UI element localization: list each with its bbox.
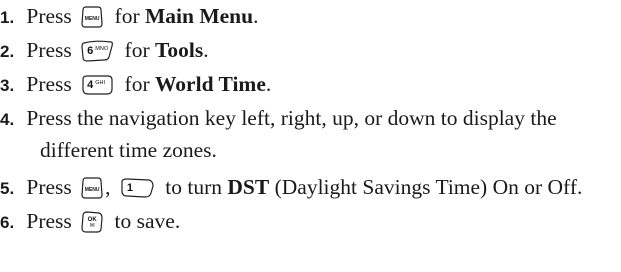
menu-key-icon: MENU [80, 177, 104, 199]
step-number: 4. [0, 110, 15, 129]
step-target: Main Menu [144, 4, 254, 28]
step-text: for [124, 72, 150, 96]
step-number: 6. [0, 213, 15, 232]
step-text: Press [26, 38, 72, 62]
instruction-list: 1. Press MENU for Main Menu. 2. Press 6M… [0, 0, 621, 272]
step-text: Press [26, 209, 72, 233]
step-text: to save. [114, 209, 181, 233]
step-text: Press [26, 4, 72, 28]
6-mno-key-icon: 6 MNO [80, 40, 114, 62]
step-number: 5. [0, 179, 15, 198]
step-text: Press [26, 175, 72, 199]
step-number: 3. [0, 76, 15, 95]
step-text: Press [26, 72, 72, 96]
step-number: 1. [0, 8, 15, 27]
step-3: 3. Press 4 GHI for World Time. [0, 67, 617, 103]
step-2: 2. Press 6 MNO for Tools. [0, 33, 617, 69]
step-text: Press the navigation key left, right, up… [26, 106, 557, 130]
step-text: for [114, 4, 140, 28]
step-text: (Daylight Savings Time) On or Off. [274, 175, 583, 199]
step-target: Tools [154, 38, 204, 62]
menu-key-icon: MENU [80, 6, 104, 28]
step-4-continuation: different time zones. [0, 133, 617, 167]
step-text: different time zones. [40, 138, 217, 162]
step-5: 5. Press MENU , 1 to turn DST (Daylight … [0, 170, 617, 206]
step-number: 2. [0, 42, 15, 61]
step-text: to turn [165, 175, 223, 199]
step-target: DST [227, 175, 270, 199]
step-6: 6. Press OK ✉ to save. [0, 204, 617, 240]
step-1: 1. Press MENU for Main Menu. [0, 0, 617, 35]
step-4: 4. Press the navigation key left, right,… [0, 101, 617, 137]
1-key-icon: 1 [119, 177, 155, 199]
4-ghi-key-icon: 4 GHI [80, 74, 114, 96]
ok-key-icon: OK ✉ [80, 211, 104, 233]
step-target: World Time [154, 72, 266, 96]
step-text: for [124, 38, 150, 62]
